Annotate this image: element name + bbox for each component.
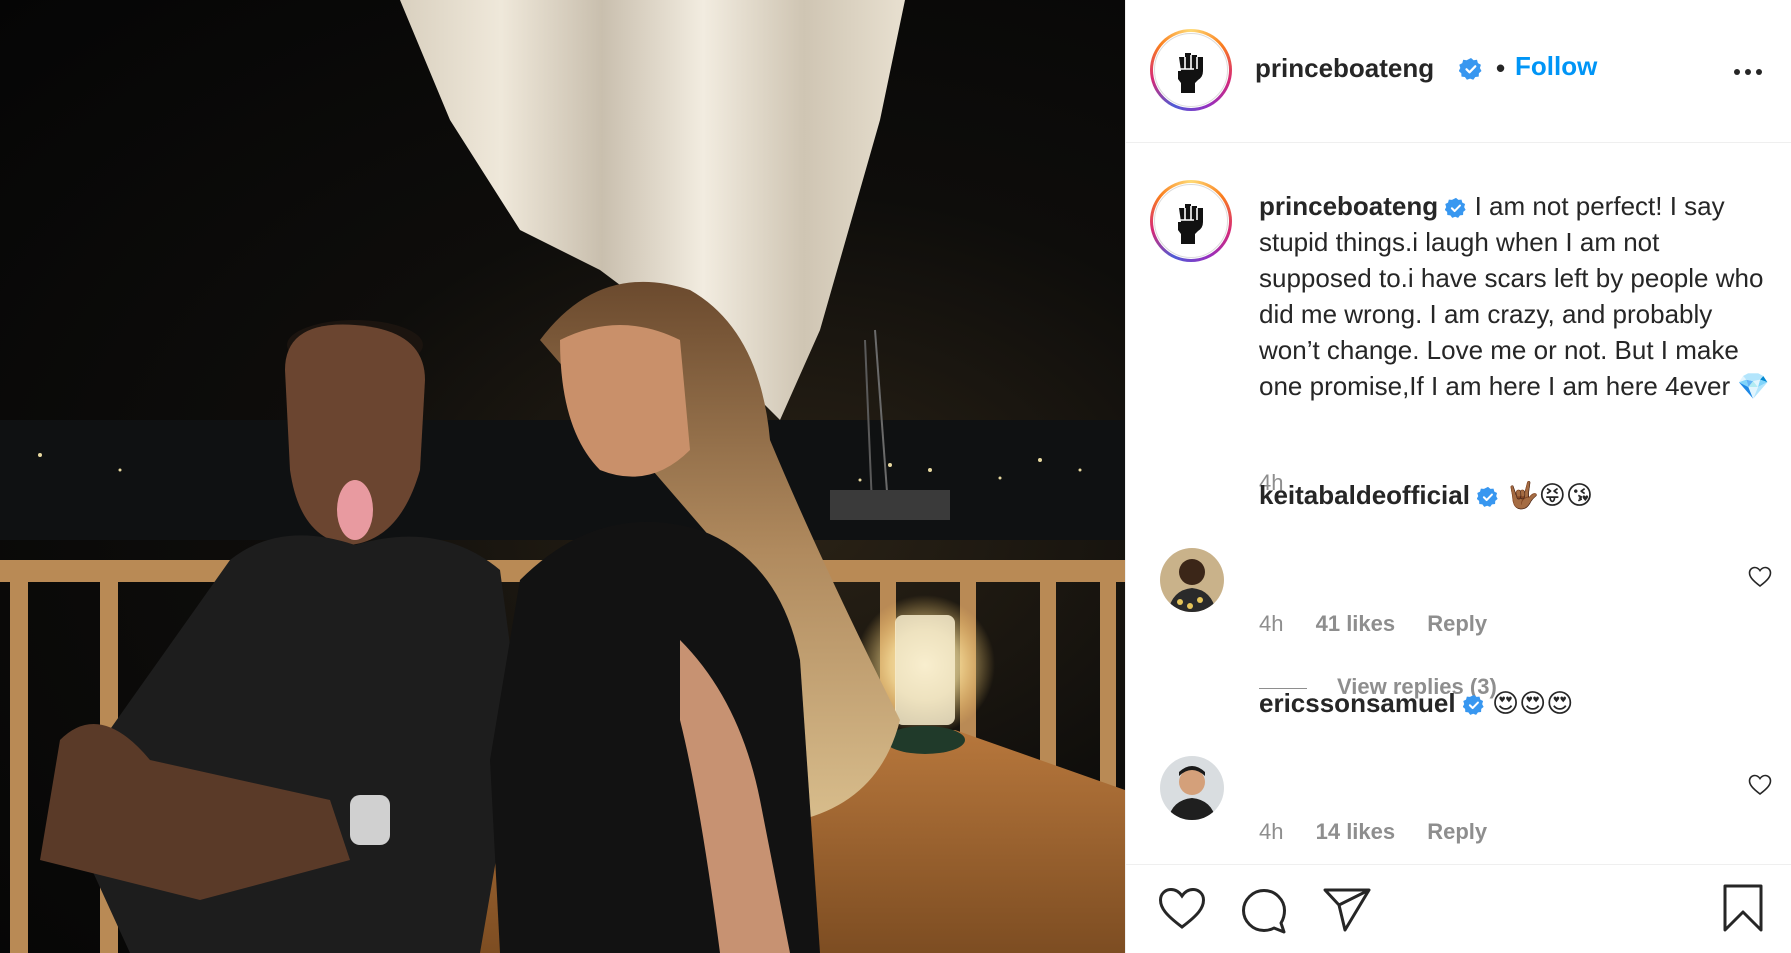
post-action-bar — [1126, 864, 1791, 953]
comment-text: keitabaldeofficial 🤟🏾😝😘 — [1259, 480, 1593, 511]
user-photo-icon — [1160, 756, 1224, 820]
comment-timestamp[interactable]: 4h — [1259, 611, 1283, 636]
post-photo[interactable] — [0, 0, 1125, 953]
comment-text: ericssonsamuel 😍😍😍 — [1259, 688, 1573, 719]
follow-button[interactable]: Follow — [1515, 51, 1597, 82]
comment-avatar[interactable] — [1160, 756, 1224, 820]
comment-like-heart-icon[interactable] — [1748, 774, 1772, 796]
caption-username[interactable]: princeboateng — [1259, 191, 1438, 221]
raised-fist-icon — [1178, 53, 1203, 93]
post-caption: princeboateng I am not perfect! I say st… — [1259, 188, 1779, 404]
comment-likes[interactable]: 14 likes — [1316, 819, 1396, 844]
save-bookmark-icon[interactable] — [1722, 883, 1764, 933]
comment-meta: 4h 14 likes Reply — [1259, 819, 1513, 845]
comment-timestamp[interactable]: 4h — [1259, 819, 1283, 844]
photo-illustration — [0, 0, 1125, 953]
verified-badge-icon — [1445, 198, 1466, 219]
comments-section[interactable]: princeboateng I am not perfect! I say st… — [1126, 144, 1791, 864]
post-username[interactable]: princeboateng — [1255, 53, 1434, 84]
comment-meta: 4h 41 likes Reply — [1259, 611, 1513, 637]
share-paper-plane-icon[interactable] — [1322, 887, 1372, 933]
comment-bubble-icon[interactable] — [1240, 887, 1288, 935]
comment-likes[interactable]: 41 likes — [1316, 611, 1396, 636]
comment-like-heart-icon[interactable] — [1748, 566, 1772, 588]
caption-body: I am not perfect! I say stupid things.i … — [1259, 191, 1770, 401]
verified-badge-icon — [1477, 487, 1498, 508]
like-heart-icon[interactable] — [1158, 887, 1206, 931]
comment-reply-button[interactable]: Reply — [1427, 611, 1487, 636]
comment-username[interactable]: keitabaldeofficial — [1259, 480, 1470, 510]
user-photo-icon — [1160, 548, 1224, 612]
profile-avatar[interactable] — [1150, 29, 1232, 111]
post-sidebar: princeboateng • Follow princeboateng I a… — [1125, 0, 1791, 953]
comment-body: 😍😍😍 — [1492, 688, 1574, 718]
more-horizontal-icon[interactable] — [1731, 62, 1765, 82]
verified-badge-icon — [1462, 695, 1484, 716]
comment-body: 🤟🏾😝😘 — [1506, 480, 1594, 510]
raised-fist-icon — [1178, 204, 1203, 244]
post-header: princeboateng • Follow — [1126, 0, 1791, 143]
comment-avatar[interactable] — [1160, 548, 1224, 612]
comment-username[interactable]: ericssonsamuel — [1259, 688, 1456, 718]
comment-reply-button[interactable]: Reply — [1427, 819, 1487, 844]
header-separator-dot: • — [1496, 53, 1506, 83]
verified-badge-icon — [1459, 58, 1482, 80]
caption-avatar[interactable] — [1150, 180, 1232, 262]
